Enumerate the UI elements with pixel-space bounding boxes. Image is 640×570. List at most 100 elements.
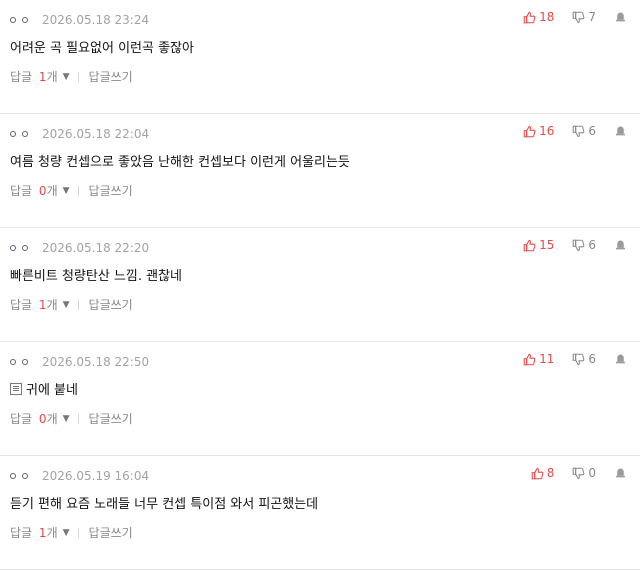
reply-toggle[interactable]: 답글 0개 (10, 410, 58, 427)
author-anonymous-marker (10, 473, 28, 479)
comment-timestamp: 2026.05.18 22:20 (42, 241, 150, 255)
dislike-button[interactable]: 6 (572, 238, 596, 252)
comment-meta: 2026.05.18 22:04 (10, 126, 149, 142)
reply-count: 1 (38, 298, 47, 312)
comment-text: 여름 청량 컨셉으로 좋았음 난해한 컨셉보다 이런게 어울리는듯 (10, 155, 350, 170)
emoticon-icon (10, 382, 22, 395)
reply-count: 0 (38, 184, 47, 198)
dislike-button[interactable]: 0 (572, 466, 596, 480)
reply-count-unit: 개 (46, 412, 58, 426)
like-button[interactable]: 15 (523, 238, 554, 252)
comment-list: 2026.05.18 23:24 18 7 어려운 곡 필요없어 이런곡 좋잖아… (0, 0, 640, 570)
comment-item: 2026.05.19 16:04 8 0 듣기 편해 요즘 노래들 너무 컨셉 … (0, 456, 640, 570)
comment-reactions: 15 6 (523, 238, 628, 252)
reply-bar: 답글 0개 ▼ 답글쓰기 (10, 410, 133, 427)
report-button[interactable] (614, 124, 628, 138)
write-reply-link[interactable]: 답글쓰기 (89, 524, 133, 541)
comment-timestamp: 2026.05.18 23:24 (42, 13, 150, 27)
comment-meta: 2026.05.18 23:24 (10, 12, 149, 28)
comment-reactions: 11 6 (523, 352, 628, 366)
write-reply-link[interactable]: 답글쓰기 (89, 68, 133, 85)
like-button[interactable]: 8 (531, 466, 555, 480)
reply-count: 1 (38, 70, 47, 84)
dislike-count: 6 (588, 352, 596, 366)
comment-body: 여름 청량 컨셉으로 좋았음 난해한 컨셉보다 이런게 어울리는듯 (10, 151, 350, 170)
divider (77, 185, 79, 196)
report-button[interactable] (614, 466, 628, 480)
comment-item: 2026.05.18 22:04 16 6 여름 청량 컨셉으로 좋았음 난해한… (0, 114, 640, 228)
chevron-down-icon[interactable]: ▼ (63, 186, 70, 196)
chevron-down-icon[interactable]: ▼ (63, 528, 70, 538)
reply-count-unit: 개 (46, 70, 58, 84)
report-button[interactable] (614, 10, 628, 24)
thumbs-up-icon (523, 11, 536, 23)
divider (77, 413, 79, 424)
thumbs-down-icon (573, 239, 585, 251)
comment-timestamp: 2026.05.18 22:50 (42, 355, 150, 369)
dislike-count: 7 (588, 10, 596, 24)
comment-reactions: 8 0 (531, 466, 628, 480)
chevron-down-icon[interactable]: ▼ (63, 72, 70, 82)
reply-bar: 답글 1개 ▼ 답글쓰기 (10, 68, 133, 85)
like-count: 8 (546, 466, 555, 480)
siren-icon (616, 126, 625, 136)
reply-toggle[interactable]: 답글 1개 (10, 296, 58, 313)
like-count: 18 (539, 10, 555, 24)
chevron-down-icon[interactable]: ▼ (63, 300, 70, 310)
comment-body: 듣기 편해 요즘 노래들 너무 컨셉 특이점 와서 피곤했는데 (10, 493, 318, 512)
dislike-count: 6 (588, 124, 596, 138)
reply-count: 0 (38, 412, 47, 426)
reply-count-unit: 개 (46, 184, 58, 198)
reply-label: 답글 (10, 526, 33, 540)
divider (77, 527, 79, 538)
comment-body: 빠른비트 청량탄산 느낌. 괜찮네 (10, 265, 182, 284)
circle-icon (10, 359, 16, 365)
reply-toggle[interactable]: 답글 1개 (10, 68, 58, 85)
reply-count: 1 (38, 526, 47, 540)
comment-item: 2026.05.18 22:20 15 6 빠른비트 청량탄산 느낌. 괜찮네 … (0, 228, 640, 342)
write-reply-link[interactable]: 답글쓰기 (89, 182, 133, 199)
reply-label: 답글 (10, 70, 33, 84)
comment-reactions: 18 7 (523, 10, 628, 24)
comment-meta: 2026.05.19 16:04 (10, 468, 149, 484)
reply-bar: 답글 0개 ▼ 답글쓰기 (10, 182, 133, 199)
report-button[interactable] (614, 238, 628, 252)
siren-icon (616, 12, 625, 22)
write-reply-link[interactable]: 답글쓰기 (89, 410, 133, 427)
thumbs-up-icon (523, 125, 536, 137)
circle-icon (22, 473, 28, 479)
like-button[interactable]: 16 (523, 124, 554, 138)
reply-bar: 답글 1개 ▼ 답글쓰기 (10, 296, 133, 313)
reply-toggle[interactable]: 답글 1개 (10, 524, 58, 541)
dislike-count: 6 (588, 238, 596, 252)
author-anonymous-marker (10, 359, 28, 365)
dislike-button[interactable]: 7 (572, 10, 596, 24)
author-anonymous-marker (10, 245, 28, 251)
report-button[interactable] (614, 352, 628, 366)
dislike-button[interactable]: 6 (572, 352, 596, 366)
comment-reactions: 16 6 (523, 124, 628, 138)
circle-icon (22, 17, 28, 23)
author-anonymous-marker (10, 17, 28, 23)
dislike-count: 0 (588, 466, 596, 480)
comment-meta: 2026.05.18 22:20 (10, 240, 149, 256)
write-reply-link[interactable]: 답글쓰기 (89, 296, 133, 313)
reply-toggle[interactable]: 답글 0개 (10, 182, 58, 199)
circle-icon (10, 245, 16, 251)
circle-icon (22, 245, 28, 251)
thumbs-up-icon (523, 353, 536, 365)
dislike-button[interactable]: 6 (572, 124, 596, 138)
reply-count-unit: 개 (46, 526, 58, 540)
like-button[interactable]: 11 (523, 352, 554, 366)
comment-text: 빠른비트 청량탄산 느낌. 괜찮네 (10, 269, 183, 284)
chevron-down-icon[interactable]: ▼ (63, 414, 70, 424)
comment-timestamp: 2026.05.19 16:04 (42, 469, 150, 483)
like-count: 15 (539, 238, 555, 252)
like-button[interactable]: 18 (523, 10, 554, 24)
thumbs-down-icon (573, 125, 585, 137)
thumbs-up-icon (523, 239, 536, 251)
thumbs-down-icon (573, 353, 585, 365)
reply-count-unit: 개 (46, 298, 58, 312)
circle-icon (22, 131, 28, 137)
reply-label: 답글 (10, 298, 33, 312)
